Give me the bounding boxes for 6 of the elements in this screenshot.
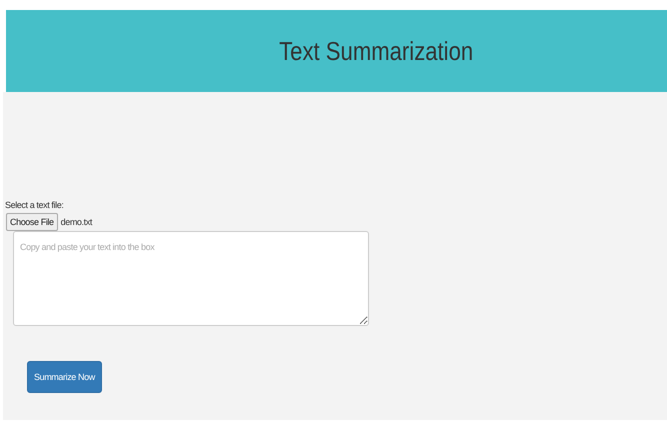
summarize-button[interactable]: Summarize Now	[27, 361, 102, 393]
choose-file-button[interactable]: Choose File	[6, 213, 58, 231]
page-title: Text Summarization	[279, 36, 474, 66]
file-label: Select a text file:	[5, 200, 64, 210]
file-name: demo.txt	[60, 217, 92, 227]
text-input-field[interactable]: Copy and paste your text into the box	[13, 231, 369, 326]
